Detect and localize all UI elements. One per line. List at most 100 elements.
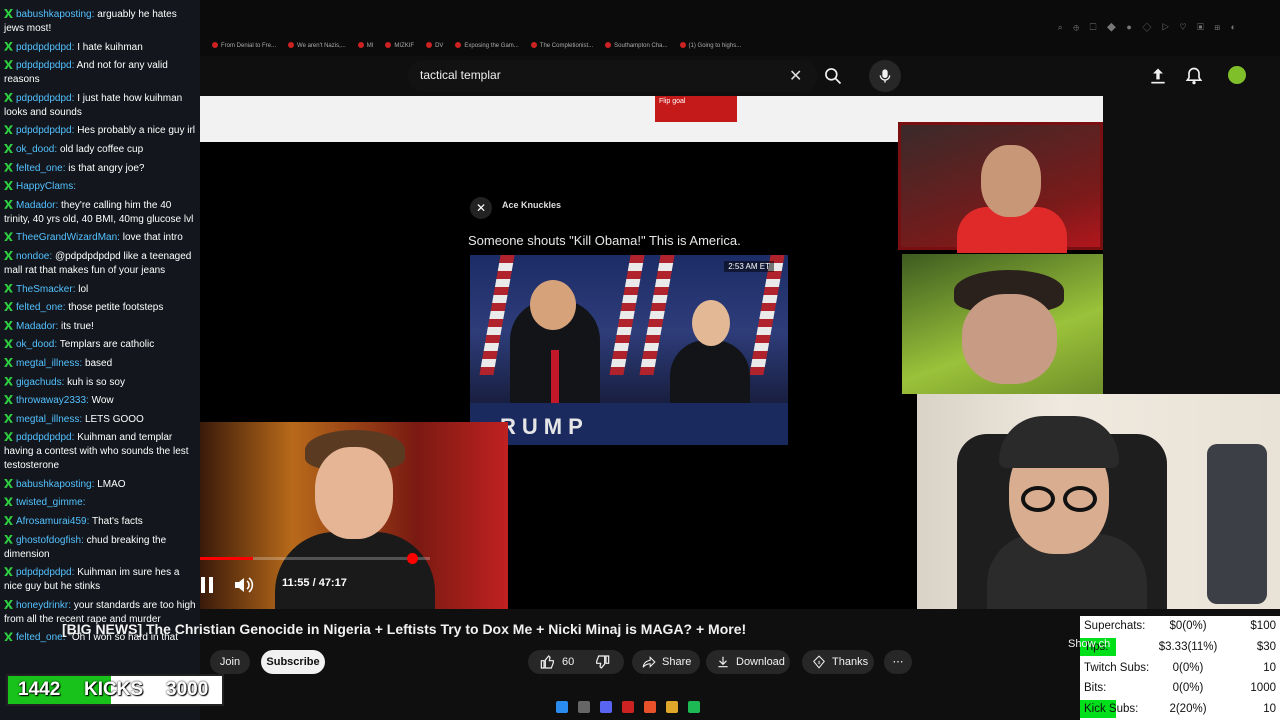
subscribe-button[interactable]: Subscribe xyxy=(261,650,325,674)
kick-badge-icon xyxy=(4,376,13,386)
chat-username[interactable]: megtal_illness xyxy=(16,358,79,369)
chat-username[interactable]: gigachuds xyxy=(16,377,62,388)
streamer-cap xyxy=(999,416,1119,468)
stats-value: $3.33(11%) xyxy=(1158,640,1218,653)
search-icon[interactable] xyxy=(823,66,843,86)
chat-username[interactable]: pdpdpdpdpd xyxy=(16,42,72,53)
chat-text: kuh is so soy xyxy=(67,376,125,388)
bookmark-item[interactable]: Southampton Cha... xyxy=(605,36,668,56)
chat-username[interactable]: honeydrinkr xyxy=(16,600,68,611)
taskbar-icons[interactable] xyxy=(556,700,736,716)
kick-badge-icon xyxy=(4,478,13,488)
app-icon[interactable] xyxy=(622,701,634,713)
kick-badge-icon xyxy=(4,497,13,507)
flag xyxy=(749,255,785,375)
volume-icon[interactable] xyxy=(234,576,254,594)
chrome-icon[interactable] xyxy=(644,701,656,713)
stats-label: Bits: xyxy=(1084,682,1107,695)
bookmark-item[interactable]: The Completionist... xyxy=(530,36,593,56)
video-scrubber-knob[interactable] xyxy=(406,553,418,564)
chat-username[interactable]: pdpdpdpdpd xyxy=(16,125,72,136)
bookmark-label: DV xyxy=(435,43,444,49)
chat-username[interactable]: HappyClams xyxy=(16,181,73,192)
chat-username[interactable]: felted_one xyxy=(16,632,63,643)
bookmark-item[interactable]: MIZKIF xyxy=(385,36,414,56)
chat-username[interactable]: ok_dood xyxy=(16,339,54,350)
chat-message: pdpdpdpdpd: Hes probably a nice guy irl xyxy=(0,124,200,138)
search-taskbar-icon[interactable] xyxy=(578,701,590,713)
search-input[interactable]: tactical templar xyxy=(420,68,501,82)
like-dislike-group[interactable]: 60 xyxy=(528,650,624,674)
chat-username[interactable]: babushkaposting xyxy=(16,9,92,20)
download-button[interactable]: Download xyxy=(706,650,790,674)
super-thanks-icon: $ xyxy=(813,655,825,669)
stats-value: 0(0%) xyxy=(1172,682,1204,695)
thumbs-down-icon[interactable] xyxy=(594,654,610,670)
chat-text: old lady coffee cup xyxy=(59,143,144,155)
chat-username[interactable]: pdpdpdpdpd xyxy=(16,93,72,104)
chat-username[interactable]: Afrosamurai459 xyxy=(16,516,87,527)
chat-username[interactable]: pdpdpdpdpd xyxy=(16,432,72,443)
chat-username[interactable]: pdpdpdpdpd xyxy=(16,60,72,71)
extension-icons[interactable]: ⌕ ⊕ ☐ ◆ ● ◇ ▷ ♡ ▣ ⊞ ◐ xyxy=(1058,22,1240,33)
chat-username[interactable]: ghostofdogfish xyxy=(16,535,81,546)
bookmark-item[interactable]: MI xyxy=(357,36,373,56)
clear-search-icon[interactable]: ✕ xyxy=(789,66,802,86)
chat-username[interactable]: megtal_illness xyxy=(16,414,79,425)
chat-username[interactable]: Madador xyxy=(16,321,55,332)
chat-text: love that intro xyxy=(122,232,183,244)
kick-badge-icon xyxy=(4,339,13,349)
chat-username[interactable]: pdpdpdpdpd xyxy=(16,567,72,578)
share-button[interactable]: Share xyxy=(632,650,700,674)
bookmark-item[interactable]: DV xyxy=(426,36,443,56)
kick-badge-icon xyxy=(4,516,13,526)
chat-username[interactable]: ok_dood xyxy=(16,144,54,155)
pause-icon[interactable] xyxy=(200,576,214,594)
stats-target: 10 xyxy=(1263,661,1276,674)
spotify-icon[interactable] xyxy=(688,701,700,713)
bookmark-item[interactable]: (1) Going to highs... xyxy=(679,36,741,56)
chat-message: pdpdpdpdpd: And not for any valid reason… xyxy=(0,59,200,87)
chat-username[interactable]: twisted_gimme xyxy=(16,497,83,508)
streamer-webcam xyxy=(917,394,1280,609)
chat-username[interactable]: felted_one xyxy=(16,163,63,174)
video-time: 11:55 / 47:17 xyxy=(282,577,347,589)
kick-badge-icon xyxy=(4,432,13,442)
video-progress-bar[interactable] xyxy=(200,553,430,564)
chat-username[interactable]: throwaway2333 xyxy=(16,395,86,406)
chat-message: pdpdpdpdpd: Kuihman and templar having a… xyxy=(0,431,200,473)
tweet-text: Someone shouts "Kill Obama!" This is Ame… xyxy=(468,233,741,248)
hanging-coat xyxy=(1207,444,1267,604)
notifications-bell-icon[interactable] xyxy=(1184,66,1204,86)
chat-text: lol xyxy=(78,283,89,295)
join-button[interactable]: Join xyxy=(210,650,250,674)
chat-username[interactable]: Madador xyxy=(16,200,55,211)
upload-icon[interactable] xyxy=(1148,66,1168,86)
folder-icon[interactable] xyxy=(666,701,678,713)
chat-username[interactable]: TheeGrandWizardMan xyxy=(16,232,117,243)
chat-username[interactable]: nondoe xyxy=(16,251,49,262)
bookmark-favicon-icon xyxy=(357,42,364,48)
bookmark-item[interactable]: From Denial to Fre... xyxy=(212,36,276,56)
chat-username[interactable]: TheSmacker xyxy=(16,284,73,295)
kick-badge-icon xyxy=(4,199,13,209)
speaker-head xyxy=(530,280,576,330)
windows-start-icon[interactable] xyxy=(556,701,568,713)
show-chat-button[interactable]: Show ch xyxy=(1068,638,1110,650)
chat-text: That's facts xyxy=(91,516,143,528)
account-avatar[interactable] xyxy=(1228,66,1246,84)
chat-username[interactable]: babushkaposting xyxy=(16,479,92,490)
more-actions-button[interactable]: ⋯ xyxy=(884,650,912,674)
chat-username[interactable]: felted_one xyxy=(16,302,63,313)
discord-icon[interactable] xyxy=(600,701,612,713)
bookmark-item[interactable]: We aren't Nazis,... xyxy=(288,36,346,56)
thanks-button[interactable]: $ Thanks xyxy=(802,650,874,674)
kicks-current: 1442 xyxy=(18,679,61,700)
thumbs-up-icon[interactable] xyxy=(540,654,556,670)
voice-search-button[interactable] xyxy=(869,60,901,92)
bookmark-item[interactable]: Exposing the Gam... xyxy=(455,36,519,56)
kick-badge-icon xyxy=(4,9,13,18)
kick-badge-icon xyxy=(4,143,13,153)
stats-value: $0(0%) xyxy=(1169,620,1207,632)
kick-badge-icon xyxy=(4,632,13,642)
